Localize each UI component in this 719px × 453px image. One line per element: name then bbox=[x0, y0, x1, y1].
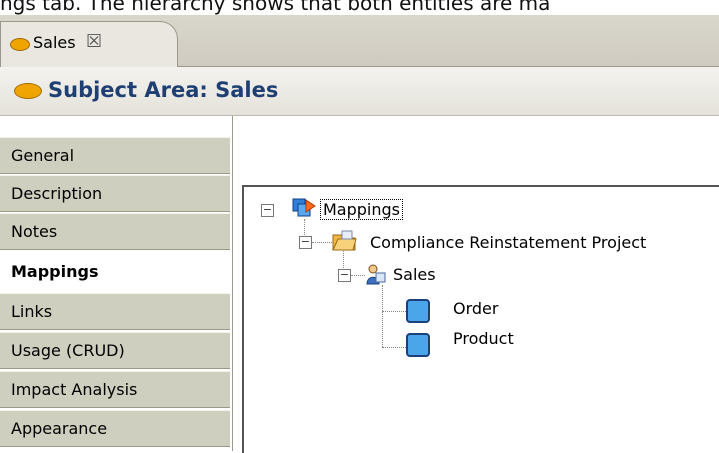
entity-icon bbox=[406, 299, 430, 323]
tree-connector bbox=[382, 311, 406, 312]
sidebar-item-links[interactable]: Links bbox=[0, 293, 230, 330]
sidebar-item-impact-analysis[interactable]: Impact Analysis bbox=[0, 371, 230, 408]
tree-connector bbox=[382, 285, 383, 347]
tree-connector bbox=[312, 242, 332, 243]
tree-connector bbox=[382, 347, 406, 348]
folder-icon bbox=[332, 230, 357, 251]
sidebar-item-description[interactable]: Description bbox=[0, 175, 230, 212]
editor-tab-label: Sales bbox=[33, 33, 76, 52]
subject-area-icon bbox=[366, 264, 386, 285]
sidebar-item-label: Links bbox=[11, 302, 53, 321]
sidebar-item-label: Description bbox=[11, 184, 103, 203]
subject-area-oval-icon bbox=[10, 38, 30, 51]
sidebar-item-general[interactable]: General bbox=[0, 137, 230, 174]
collapse-toggle-project[interactable]: − bbox=[299, 236, 312, 249]
tree-node-sales-label[interactable]: Sales bbox=[393, 265, 436, 284]
subject-area-oval-icon bbox=[14, 83, 42, 99]
tree-node-project-label[interactable]: Compliance Reinstatement Project bbox=[370, 233, 646, 252]
page-header: Subject Area: Sales bbox=[0, 67, 719, 116]
sidebar-item-label: Appearance bbox=[11, 419, 108, 438]
editor-tabstrip: Sales ☒ bbox=[0, 15, 719, 67]
tree-connector bbox=[351, 275, 365, 276]
sidebar-item-label: Impact Analysis bbox=[11, 380, 138, 399]
sidebar-item-mappings[interactable]: Mappings bbox=[0, 253, 230, 290]
tree-node-order-label[interactable]: Order bbox=[453, 299, 498, 318]
sidebar: General Description Notes Mappings Links… bbox=[0, 116, 233, 451]
sidebar-item-label: Usage (CRUD) bbox=[11, 341, 125, 360]
tree-node-product-label[interactable]: Product bbox=[453, 329, 514, 348]
entity-icon bbox=[406, 333, 430, 357]
tree-node-mappings-label[interactable]: Mappings bbox=[320, 199, 403, 220]
mappings-tree-panel: − Mappings − Compliance Reinstatement Pr… bbox=[242, 185, 719, 453]
sidebar-item-label: Mappings bbox=[11, 262, 99, 281]
sidebar-item-label: Notes bbox=[11, 222, 58, 241]
sidebar-item-label: General bbox=[11, 146, 75, 165]
collapse-toggle-subject-area[interactable]: − bbox=[338, 269, 351, 282]
editor-tab-sales[interactable]: Sales ☒ bbox=[0, 21, 178, 67]
caption-text: ngs tab. The hierarchy shows that both e… bbox=[0, 0, 551, 15]
sidebar-item-appearance[interactable]: Appearance bbox=[0, 410, 230, 447]
sidebar-item-notes[interactable]: Notes bbox=[0, 213, 230, 250]
page-title: Subject Area: Sales bbox=[48, 78, 279, 102]
sidebar-item-usage-crud[interactable]: Usage (CRUD) bbox=[0, 332, 230, 369]
collapse-toggle-mappings[interactable]: − bbox=[261, 204, 274, 217]
close-icon[interactable]: ☒ bbox=[86, 31, 102, 52]
mappings-icon bbox=[292, 198, 316, 217]
